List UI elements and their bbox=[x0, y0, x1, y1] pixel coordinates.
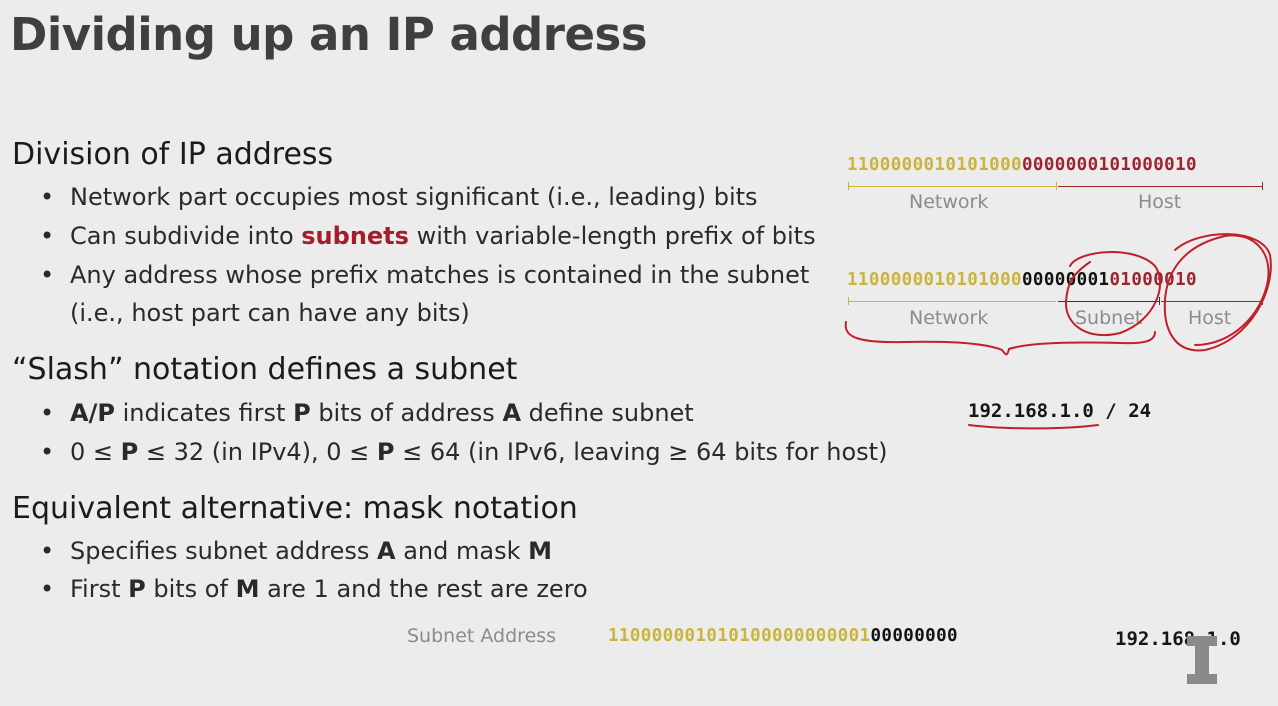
subnet-address-dotted: 192.168.1.0 bbox=[1115, 628, 1241, 650]
block-i-logo-icon bbox=[1187, 636, 1217, 684]
slash-example: 192.168.1.0 / 24 bbox=[968, 400, 1152, 422]
brace-annotation bbox=[844, 321, 1156, 356]
underline-annotation bbox=[968, 424, 1099, 430]
host-circle-annotation bbox=[1163, 233, 1272, 352]
subnet-address-label: Subnet Address bbox=[407, 625, 557, 647]
handwritten-annotations bbox=[844, 233, 1272, 430]
subnet-circle-annotation bbox=[1064, 251, 1161, 337]
subnet-address-bits: 11000000101010000000000100000000 bbox=[608, 626, 958, 646]
zero-bits: 00000000 bbox=[870, 626, 958, 646]
prefix-bits: 110000001010100000000001 bbox=[608, 626, 871, 646]
